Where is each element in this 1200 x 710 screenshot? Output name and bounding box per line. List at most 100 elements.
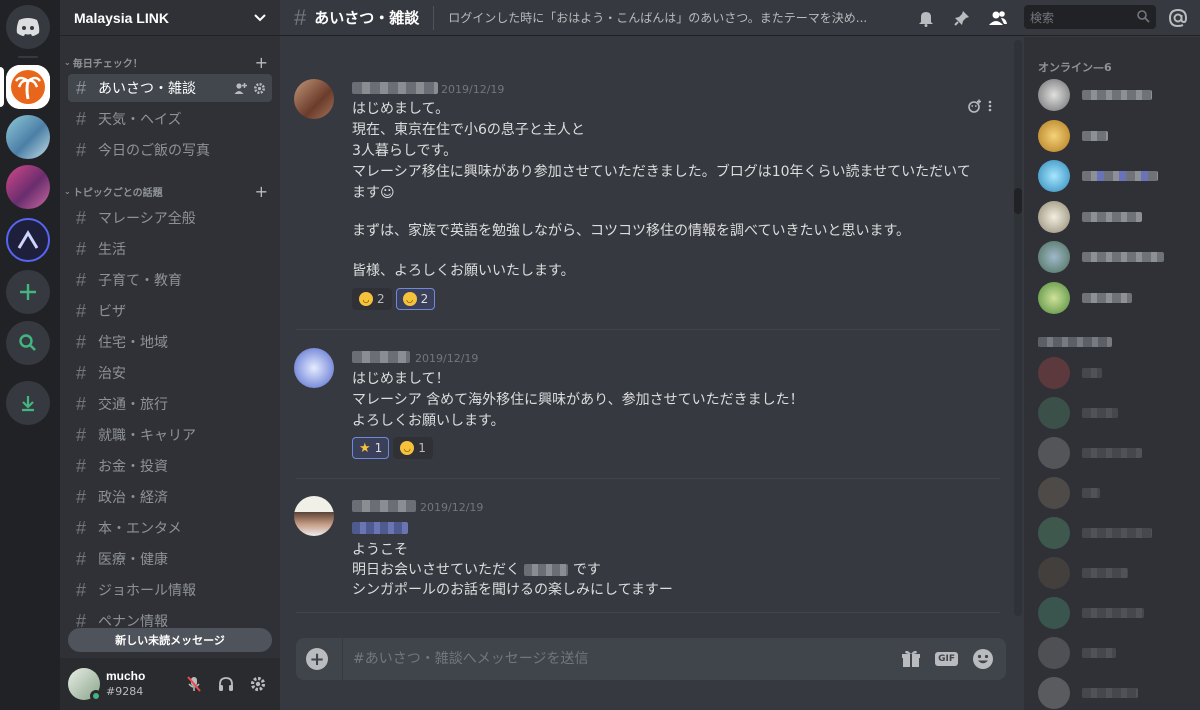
member-item[interactable] [1038,473,1188,513]
create-channel-icon[interactable]: + [255,53,268,72]
avatar [1038,79,1070,111]
mute-microphone-button[interactable] [184,674,204,694]
avatar [1038,357,1070,389]
member-item[interactable] [1038,513,1188,553]
channel-parenting[interactable]: # 子育て・教育 [68,266,272,294]
new-unread-messages-button[interactable]: 新しい未読メッセージ [68,628,272,652]
search-placeholder: 検索 [1030,10,1055,25]
guild-header[interactable]: Malaysia LINK [60,0,280,36]
category-topics[interactable]: ⌄ トピックごとの話題 + [60,181,280,201]
add-server-button[interactable] [6,270,50,314]
download-apps-button[interactable] [6,381,50,425]
member-item[interactable] [1038,593,1188,633]
rail-separator [18,56,38,58]
username-blurred[interactable] [352,351,410,363]
composer-divider [342,638,343,680]
message-line: ます☺ [352,185,395,201]
member-item[interactable] [1038,116,1188,156]
channel-politics[interactable]: # 政治・経済 [68,483,272,511]
gif-button[interactable]: GIF [935,652,958,666]
channel-malaysia-general[interactable]: # マレーシア全般 [68,204,272,232]
message-input[interactable] [353,651,873,667]
member-item[interactable] [1038,673,1188,710]
avatar[interactable] [294,348,334,388]
offline-section-header [1038,337,1112,347]
user-settings-button[interactable] [248,674,268,694]
channel-weather[interactable]: # 天気・ヘイズ [68,105,272,133]
emoji-picker-icon[interactable] [972,648,994,670]
channel-safety[interactable]: # 治安 [68,359,272,387]
deafen-button[interactable] [216,674,236,694]
discord-home-button[interactable] [6,5,50,49]
member-item[interactable] [1038,353,1188,393]
mentions-button[interactable] [1166,6,1190,30]
category-daily-check[interactable]: ⌄ 毎日チェック！ + [60,52,280,72]
member-item[interactable] [1038,156,1188,196]
avatar[interactable] [68,668,102,702]
channel-career[interactable]: # 就職・キャリア [68,421,272,449]
channel-food-photos[interactable]: # 今日のご飯の写真 [68,136,272,164]
reaction-grinning[interactable]: ◡ 2 [352,288,392,310]
message-divider [296,329,1000,330]
notification-settings-button[interactable] [914,6,938,30]
avatar[interactable] [294,79,334,119]
username-blurred[interactable] [352,82,438,94]
mention-blurred[interactable] [352,520,408,536]
username-blurred[interactable] [352,500,416,512]
member-list-button[interactable] [986,6,1010,30]
reaction-laughing[interactable]: ◡ 1 [393,437,433,459]
member-item[interactable] [1038,553,1188,593]
gear-icon[interactable] [253,82,266,95]
header-divider [433,5,435,30]
avatar[interactable] [294,496,334,536]
reaction-count: 1 [418,441,426,455]
gift-icon[interactable] [901,649,921,669]
text-channel-icon: # [76,362,87,383]
members-icon [989,11,1007,25]
channel-housing[interactable]: # 住宅・地域 [68,328,272,356]
text-channel-icon: # [76,207,87,228]
message-line: 皆様、よろしくお願いいたします。 [352,263,575,279]
channel-health[interactable]: # 医療・健康 [68,545,272,573]
member-item[interactable] [1038,278,1188,318]
member-item[interactable] [1038,433,1188,473]
message-text: 明日お会いさせていただく [352,562,520,578]
channel-visa[interactable]: # ビザ [68,297,272,325]
discord-logo-icon [16,18,40,36]
channel-books[interactable]: # 本・エンタメ [68,514,272,542]
server-icon-3[interactable] [6,165,50,209]
message-composer: + GIF [296,638,1006,680]
create-channel-icon[interactable]: + [255,182,268,201]
channel-life[interactable]: # 生活 [68,235,272,263]
scrollbar-thumb[interactable] [1014,188,1022,214]
member-name-blurred [1082,90,1152,100]
member-item[interactable] [1038,197,1188,237]
bell-icon [919,12,933,27]
text-channel-icon: # [76,393,87,414]
channel-aisatsu[interactable]: # あいさつ・雑談 [68,74,272,102]
channel-money[interactable]: # お金・投資 [68,452,272,480]
member-item[interactable] [1038,237,1188,277]
server-icon-4[interactable] [6,218,50,262]
channel-johor[interactable]: # ジョホール情報 [68,576,272,604]
member-item[interactable] [1038,393,1188,433]
channel-travel[interactable]: # 交通・旅行 [68,390,272,418]
server-icon-2[interactable] [6,115,50,159]
reaction-laughing[interactable]: ◡ 2 [395,288,436,310]
scrollbar-track[interactable] [1014,40,1022,616]
more-options-icon[interactable] [988,99,992,113]
reaction-star[interactable]: ★ 1 [352,437,390,459]
invite-icon[interactable] [234,82,247,95]
channel-header: # あいさつ・雑談 ログインした時に「おはよう・こんばんは」のあいさつ。またテー… [280,0,1200,36]
search-input[interactable]: 検索 [1024,5,1156,29]
server-malaysia-link[interactable] [6,65,50,109]
member-item[interactable] [1038,75,1188,115]
explore-servers-button[interactable] [6,321,50,365]
pinned-messages-button[interactable] [950,6,974,30]
member-item[interactable] [1038,633,1188,673]
channel-label: 医療・健康 [98,552,168,568]
channel-topic[interactable]: ログインした時に「おはよう・こんばんは」のあいさつ。またテーマを決め... [448,9,896,26]
upload-button[interactable]: + [306,648,328,670]
channel-title: あいさつ・雑談 [314,9,420,27]
add-reaction-icon[interactable] [968,99,982,113]
